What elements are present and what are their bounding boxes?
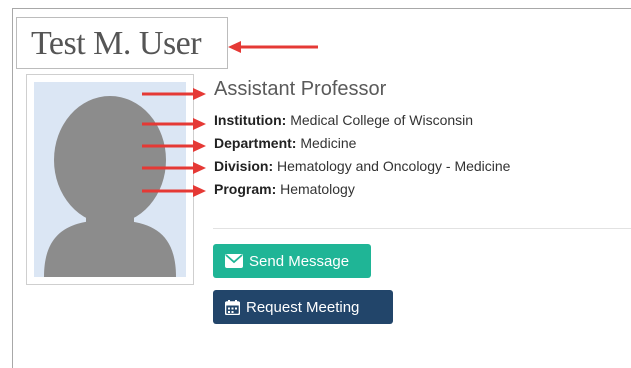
request-meeting-button[interactable]: Request Meeting: [213, 290, 393, 324]
annotation-arrow-title: [142, 88, 206, 100]
division-label: Division:: [214, 158, 274, 174]
division-value: Hematology and Oncology - Medicine: [277, 158, 511, 174]
department-label: Department:: [214, 135, 297, 151]
profile-name: Test M. User: [31, 25, 202, 62]
department-line: Department: Medicine: [214, 135, 356, 151]
avatar: [34, 82, 186, 277]
division-line: Division: Hematology and Oncology - Medi…: [214, 158, 510, 174]
request-meeting-label: Request Meeting: [246, 298, 360, 316]
annotation-arrow-program: [142, 185, 206, 197]
program-line: Program: Hematology: [214, 181, 355, 197]
send-message-button[interactable]: Send Message: [213, 244, 371, 278]
envelope-icon: [225, 254, 243, 268]
send-message-label: Send Message: [249, 252, 350, 270]
institution-label: Institution:: [214, 112, 287, 128]
program-label: Program:: [214, 181, 277, 197]
annotation-arrow-division: [142, 162, 206, 174]
calendar-icon: [225, 299, 240, 315]
profile-title: Assistant Professor: [214, 78, 387, 100]
institution-line: Institution: Medical College of Wisconsi…: [214, 112, 473, 128]
avatar-frame: [26, 74, 194, 285]
annotation-arrow-department: [142, 140, 206, 152]
person-silhouette-icon: [44, 96, 176, 277]
annotation-arrow-institution: [142, 118, 206, 130]
program-value: Hematology: [280, 181, 355, 197]
divider: [213, 228, 631, 229]
department-value: Medicine: [300, 135, 357, 151]
annotation-arrow-name: [228, 41, 318, 53]
institution-value: Medical College of Wisconsin: [290, 112, 474, 128]
